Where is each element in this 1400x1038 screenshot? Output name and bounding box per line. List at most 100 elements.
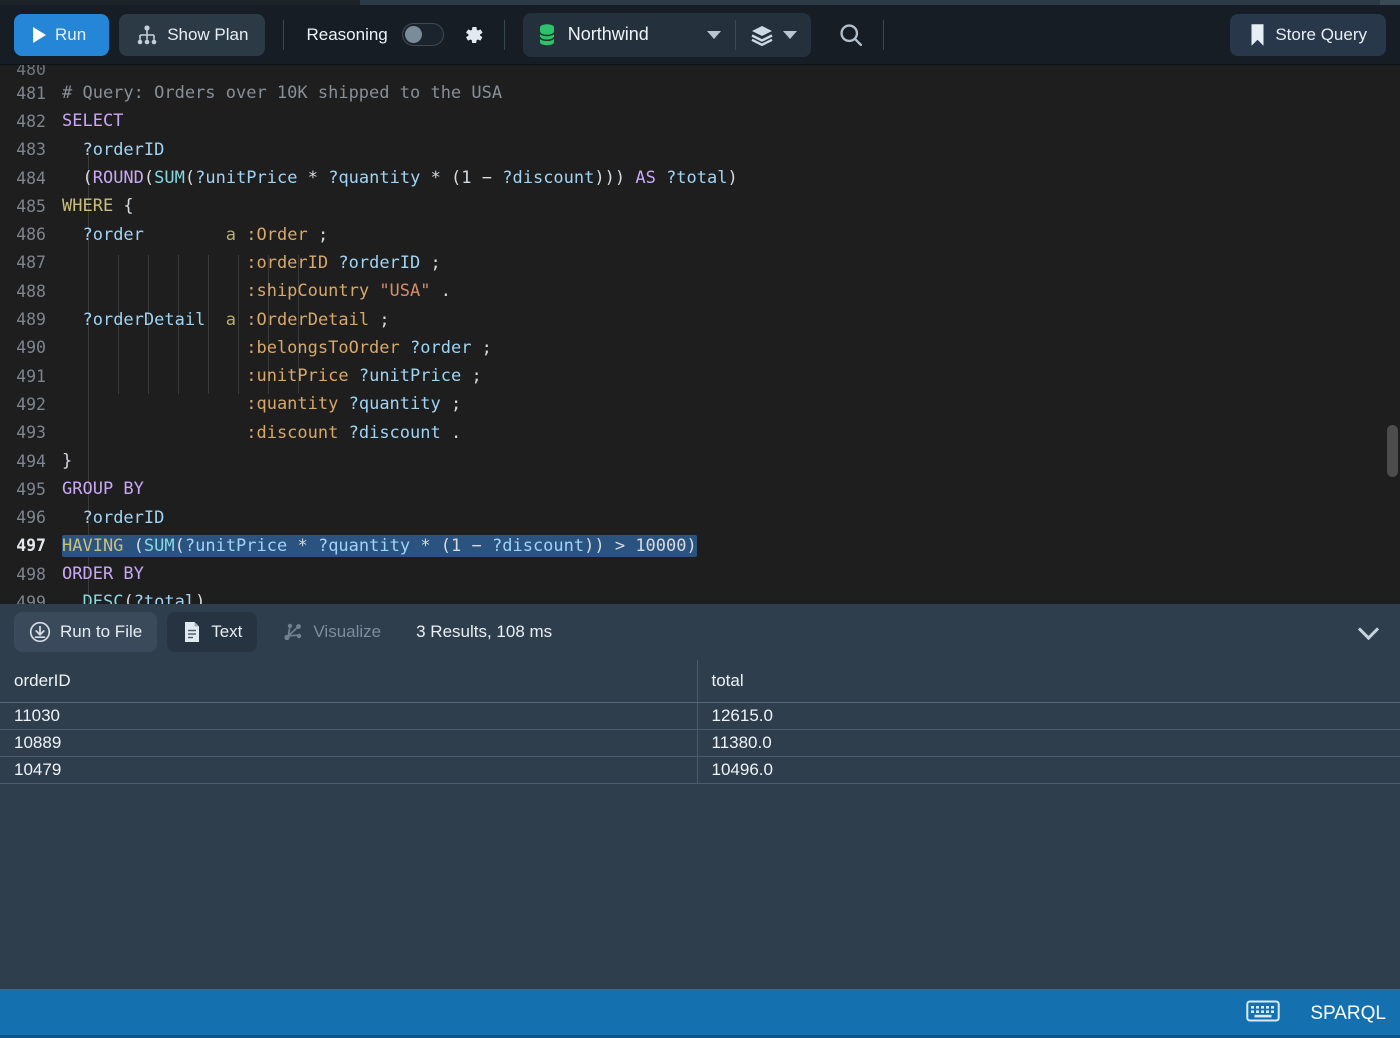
text-view-tab[interactable]: Text <box>167 612 258 652</box>
table-row[interactable]: 10889 11380.0 <box>0 729 1400 757</box>
code-line[interactable]: 491 :unitPrice ?unitPrice ; <box>0 362 1400 390</box>
table-row[interactable]: 10479 10496.0 <box>0 756 1400 784</box>
line-number: 493 <box>16 423 46 443</box>
code-line[interactable]: 480 <box>0 65 1400 79</box>
table-cell-total[interactable]: 11380.0 <box>697 729 1400 757</box>
visualize-graph-icon <box>284 623 302 641</box>
code-token-num: 1 <box>451 535 462 556</box>
code-token-iri: :unitPrice <box>246 366 349 387</box>
code-line-content: :shipCountry "USA" . <box>62 281 1400 301</box>
code-token-plain: ( <box>123 535 144 556</box>
collapse-results-button[interactable] <box>1357 618 1386 640</box>
line-number: 483 <box>16 140 46 160</box>
code-line[interactable]: 487 :orderID ?orderID ; <box>0 249 1400 277</box>
reasoning-label: Reasoning <box>306 24 388 44</box>
table-row[interactable]: 11030 12615.0 <box>0 702 1400 730</box>
code-editor[interactable]: 480 481 # Query: Orders over 10K shipped t… <box>0 65 1400 604</box>
code-token-iri: :Order <box>246 224 308 245</box>
code-token-plain: ; <box>369 309 390 330</box>
code-line[interactable]: 492 :quantity ?quantity ; <box>0 390 1400 418</box>
code-token-var: ?orderDetail <box>82 309 206 330</box>
line-number: 487 <box>16 253 46 273</box>
database-selector-group: Northwind <box>522 12 811 57</box>
code-token-fn: SUM <box>154 168 185 189</box>
line-number: 489 <box>16 310 46 330</box>
code-line[interactable]: 484 (ROUND(SUM(?unitPrice * ?quantity * … <box>0 164 1400 192</box>
code-line[interactable]: 485 WHERE { <box>0 192 1400 220</box>
line-number: 481 <box>16 83 46 103</box>
editor-scrollbar[interactable] <box>1387 65 1398 604</box>
code-token-var: ?quantity <box>348 394 441 415</box>
virtual-keyboard-button[interactable] <box>1246 998 1281 1029</box>
code-line[interactable]: 493 :discount ?discount . <box>0 419 1400 447</box>
code-line[interactable]: 499 DESC(?total) <box>0 588 1400 604</box>
line-number: 497 <box>16 536 46 556</box>
code-token-var: ?order <box>82 224 144 245</box>
text-view-label: Text <box>211 622 243 641</box>
reasoning-toggle[interactable] <box>401 23 444 46</box>
code-line[interactable]: 486 ?order a :Order ; <box>0 220 1400 248</box>
code-token-iri: :discount <box>246 422 339 443</box>
code-line[interactable]: 481 # Query: Orders over 10K shipped to t… <box>0 79 1400 107</box>
code-token-kw: SELECT <box>62 111 124 132</box>
results-table: orderID total 11030 12615.0 10889 11380.0 10… <box>0 660 1400 784</box>
run-to-file-button[interactable]: Run to File <box>14 612 158 652</box>
database-selector[interactable]: Northwind <box>523 13 735 57</box>
code-token-plain: − <box>461 535 492 556</box>
code-line[interactable]: 490 :belongsToOrder ?order ; <box>0 334 1400 362</box>
code-line-content: SELECT <box>62 111 1400 131</box>
code-line[interactable]: 495 GROUP BY <box>0 475 1400 503</box>
results-table-header-row: orderID total <box>0 660 1400 703</box>
code-line[interactable]: 489 ?orderDetail a :OrderDetail ; <box>0 305 1400 333</box>
code-token-plain: * <box>297 168 329 189</box>
bookmark-icon <box>1251 23 1264 46</box>
settings-button[interactable] <box>460 22 486 48</box>
search-button[interactable] <box>837 21 865 49</box>
line-number: 486 <box>16 225 46 245</box>
table-cell-total[interactable]: 12615.0 <box>697 702 1400 730</box>
line-number: 495 <box>16 479 46 499</box>
table-cell-orderID[interactable]: 10479 <box>0 756 698 784</box>
code-line[interactable]: 498 ORDER BY <box>0 560 1400 588</box>
graph-layers-selector[interactable] <box>736 13 811 57</box>
code-line[interactable]: 483 ?orderID <box>0 136 1400 164</box>
code-token-var: ?total <box>133 592 196 604</box>
line-number: 496 <box>16 508 46 528</box>
store-query-button[interactable]: Store Query <box>1230 13 1386 56</box>
code-token-plain: ; <box>420 252 441 273</box>
code-token-var: ?orderID <box>82 139 165 160</box>
line-number: 498 <box>16 564 46 584</box>
code-line[interactable]: 482 SELECT <box>0 107 1400 135</box>
code-line[interactable]: 496 ?orderID <box>0 503 1400 531</box>
search-icon <box>840 23 862 46</box>
run-to-file-label: Run to File <box>60 622 143 641</box>
code-token-var: ?quantity <box>317 535 411 556</box>
visualize-view-tab[interactable]: Visualize <box>267 612 396 652</box>
code-line[interactable]: 488 :shipCountry "USA" . <box>0 277 1400 305</box>
editor-scrollbar-thumb[interactable] <box>1387 425 1398 477</box>
layers-chevron-down-icon <box>782 30 797 39</box>
line-number: 480 <box>16 65 46 79</box>
code-line-content: GROUP BY <box>62 479 1400 499</box>
column-header-orderid[interactable]: orderID <box>0 660 698 703</box>
code-line[interactable]: 497 HAVING (SUM(?unitPrice * ?quantity * … <box>0 532 1400 560</box>
run-button[interactable]: Run <box>14 13 110 56</box>
show-plan-button[interactable]: Show Plan <box>119 13 266 56</box>
code-line[interactable]: 494} <box>0 447 1400 475</box>
document-icon <box>185 622 200 642</box>
toolbar-divider-3 <box>882 19 884 50</box>
code-token-a: a <box>225 309 237 330</box>
table-cell-orderID[interactable]: 10889 <box>0 729 698 757</box>
table-cell-orderID[interactable]: 11030 <box>0 702 698 730</box>
column-header-total[interactable]: total <box>697 660 1400 703</box>
table-cell-total[interactable]: 10496.0 <box>697 756 1400 784</box>
